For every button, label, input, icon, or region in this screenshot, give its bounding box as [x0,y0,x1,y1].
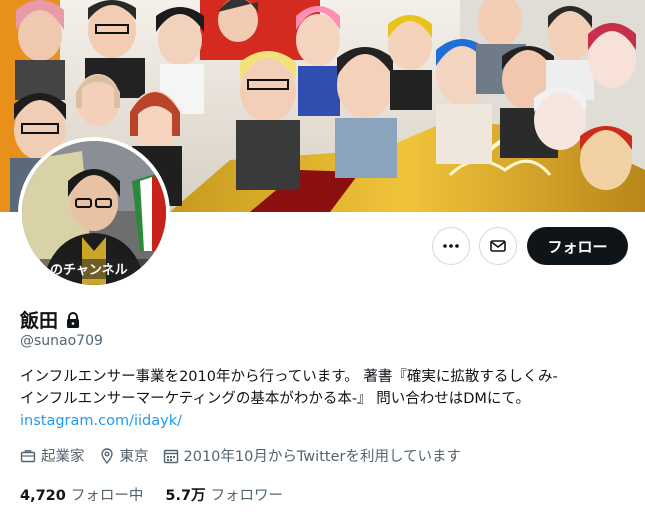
avatar[interactable]: のチャンネル [18,137,170,289]
follow-button[interactable]: フォロー [527,227,628,265]
joined-text: 2010年10月からTwitterを利用しています [183,449,462,465]
occupation-text: 起業家 [41,449,85,465]
briefcase-icon [20,449,36,462]
profile-name: 飯田 [20,310,59,332]
lock-icon [67,311,80,328]
profile-name-row: 飯田 [20,306,82,333]
calendar-icon [163,449,178,463]
message-button[interactable] [479,227,517,265]
profile-meta: 起業家 東京 2010年10月からTwitterを利用しています [20,445,475,466]
more-dots-icon [443,244,459,248]
avatar-image: のチャンネル [22,141,166,285]
profile-stats: 4,720 フォロー中 5.7万 フォロワー [20,484,305,505]
occupation-item: 起業家 [20,445,85,466]
location-pin-icon [100,447,113,464]
location-item: 東京 [99,445,149,466]
following-count: 4,720 [20,488,66,504]
profile-bio: インフルエンサー事業を2010年から行っています。 著書『確実に拡散するしくみ-… [20,366,630,432]
location-text: 東京 [119,449,149,465]
followers-count: 5.7万 [165,488,206,504]
bio-line: インフルエンサーマーケティングの基本がわかる本-』 問い合わせはDMにて。 [20,391,530,407]
profile-link[interactable]: instagram.com/iidayk/ [20,410,630,432]
more-button[interactable] [432,227,470,265]
avatar-caption: のチャンネル [50,263,128,278]
joined-item: 2010年10月からTwitterを利用しています [163,445,462,466]
bio-line: インフルエンサー事業を2010年から行っています。 著書『確実に拡散するしくみ- [20,369,558,385]
envelope-icon [490,240,506,252]
following-stat[interactable]: 4,720 フォロー中 [20,484,143,505]
followers-stat[interactable]: 5.7万 フォロワー [165,484,283,505]
following-label: フォロー中 [70,488,144,504]
followers-label: フォロワー [210,488,284,504]
profile-handle: @sunao709 [20,333,103,349]
